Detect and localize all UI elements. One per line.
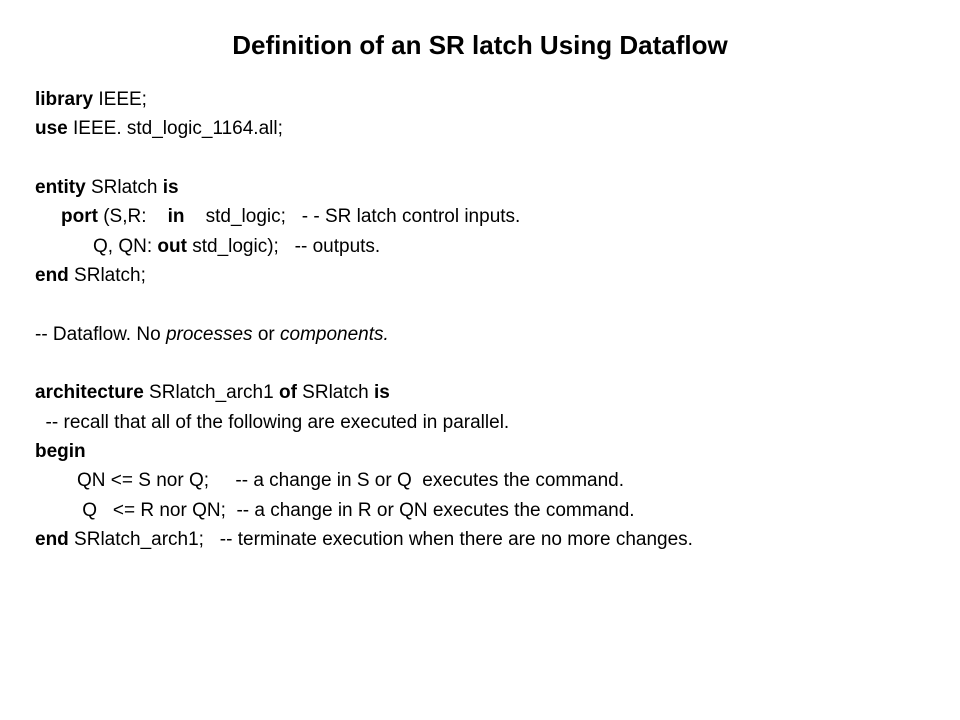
kw-is: is	[163, 177, 179, 198]
kw-of: of	[279, 382, 297, 403]
line-entity: entity SRlatch is	[35, 173, 925, 202]
kw-out: out	[157, 236, 192, 257]
slide-title: Definition of an SR latch Using Dataflow	[35, 30, 925, 61]
txt: std_logic); -- outputs.	[192, 236, 380, 257]
kw-architecture: architecture	[35, 382, 144, 403]
it-processes: processes	[166, 324, 253, 345]
line-port1: port (S,R: in std_logic; - - SR latch co…	[61, 202, 925, 231]
kw-end: end	[35, 265, 69, 286]
txt: IEEE;	[93, 89, 147, 110]
line-end-entity: end SRlatch;	[35, 261, 925, 290]
kw-port: port	[61, 206, 103, 227]
kw-in: in	[168, 206, 185, 227]
line-architecture: architecture SRlatch_arch1 of SRlatch is	[35, 378, 925, 407]
line-end-arch: end SRlatch_arch1; -- terminate executio…	[35, 525, 925, 554]
txt: IEEE. std_logic_1164.all;	[68, 118, 283, 139]
kw-library: library	[35, 89, 93, 110]
line-comment-dataflow: -- Dataflow. No processes or components.	[35, 320, 925, 349]
line-q: Q <= R nor QN; -- a change in R or QN ex…	[77, 496, 925, 525]
line-port2: Q, QN: out std_logic); -- outputs.	[93, 232, 925, 261]
txt: SRlatch;	[69, 265, 146, 286]
txt: SRlatch	[86, 177, 163, 198]
it-components: components.	[280, 324, 389, 345]
txt: SRlatch	[297, 382, 374, 403]
txt: (S,R:	[103, 206, 167, 227]
txt: or	[253, 324, 280, 345]
code-body: library IEEE; use IEEE. std_logic_1164.a…	[35, 85, 925, 555]
line-use: use IEEE. std_logic_1164.all;	[35, 114, 925, 143]
line-begin: begin	[35, 437, 925, 466]
kw-end2: end	[35, 529, 69, 550]
kw-entity: entity	[35, 177, 86, 198]
line-library: library IEEE;	[35, 85, 925, 114]
line-qn: QN <= S nor Q; -- a change in S or Q exe…	[77, 466, 925, 495]
kw-use: use	[35, 118, 68, 139]
kw-is2: is	[374, 382, 390, 403]
txt: SRlatch_arch1; -- terminate execution wh…	[69, 529, 693, 550]
txt: SRlatch_arch1	[144, 382, 279, 403]
txt: -- Dataflow. No	[35, 324, 166, 345]
line-comment-recall: -- recall that all of the following are …	[35, 408, 925, 437]
txt: std_logic; - - SR latch control inputs.	[185, 206, 521, 227]
txt: Q, QN:	[93, 236, 157, 257]
